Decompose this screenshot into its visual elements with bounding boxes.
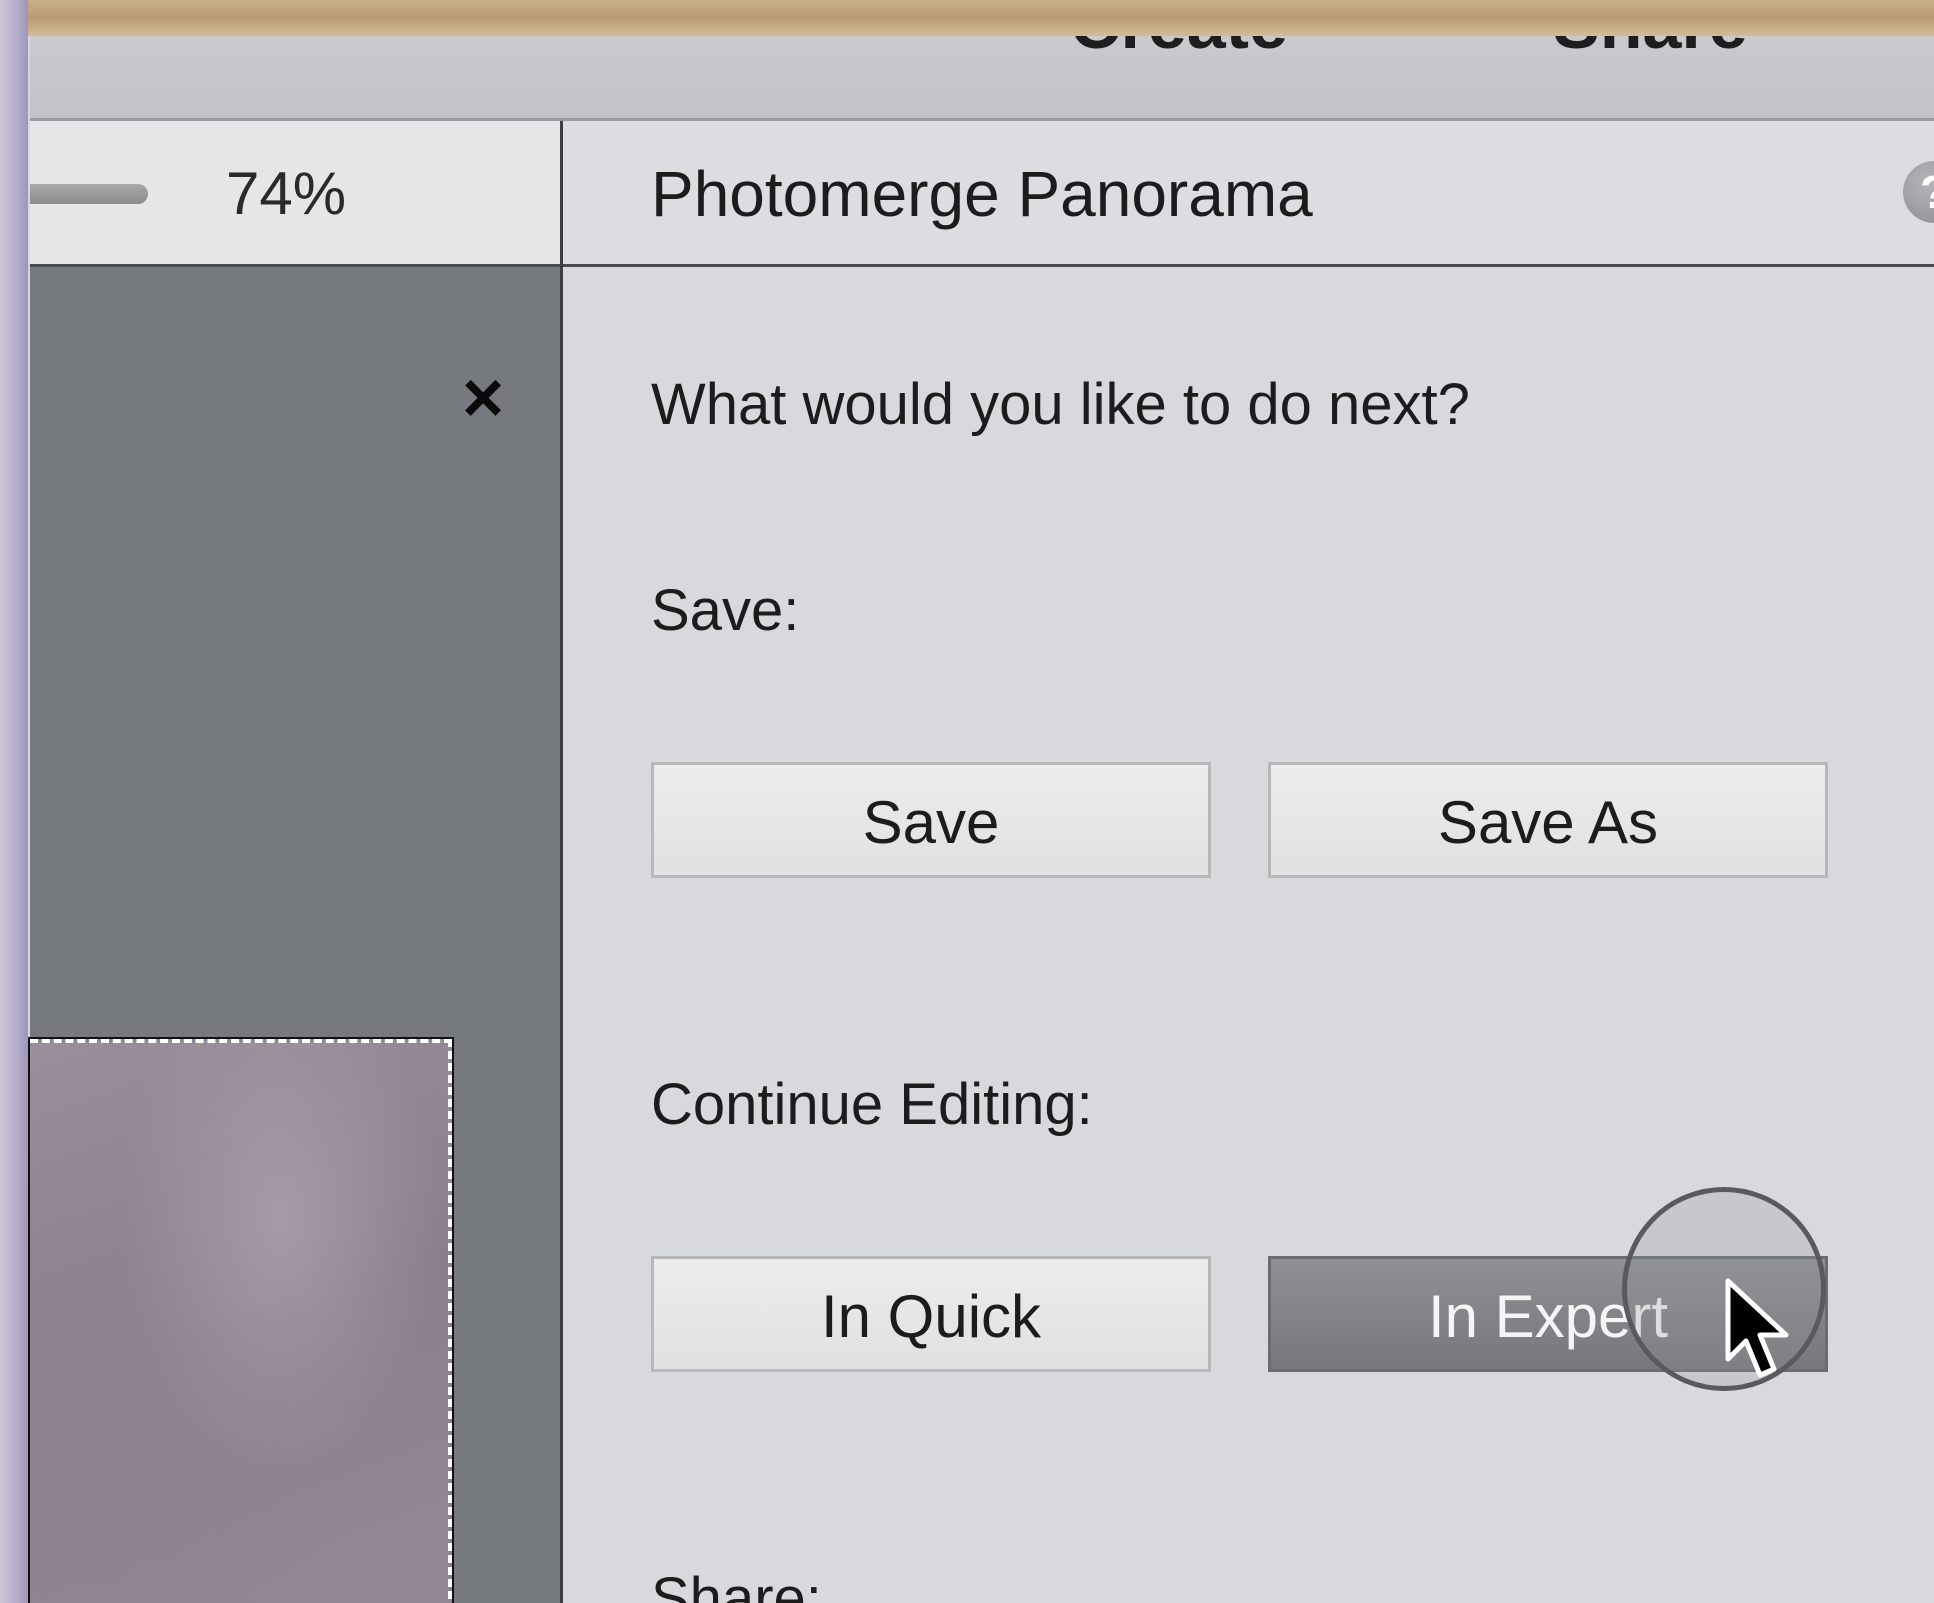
zoom-slider[interactable] [30,184,148,204]
continue-editing-label: Continue Editing: [651,1072,1093,1137]
zoom-value: 74% [226,160,347,227]
help-icon[interactable]: ? [1903,161,1934,223]
canvas-area: × [28,267,560,1603]
panel-title: Photomerge Panorama [651,158,1313,230]
panorama-preview-image [28,1037,454,1603]
panel-header: Photomerge Panorama ? [563,121,1934,267]
desktop-background-left [0,0,28,1603]
mouse-cursor-icon [1725,1278,1789,1378]
share-section-label: Share: [651,1566,822,1603]
close-icon[interactable]: × [462,362,504,434]
app-window: Create Share 74% × Photomerge Panorama ?… [28,36,1934,1603]
canvas-toolbar: 74% [30,121,560,267]
save-button[interactable]: Save [651,762,1211,878]
menu-share[interactable]: Share [1553,36,1748,64]
in-quick-button[interactable]: In Quick [651,1256,1211,1372]
next-step-prompt: What would you like to do next? [651,372,1470,437]
mode-bar: Create Share [30,36,1934,121]
desktop-background-top [0,0,1934,36]
save-as-button[interactable]: Save As [1268,762,1828,878]
save-section-label: Save: [651,578,800,643]
menu-create[interactable]: Create [1070,36,1288,64]
